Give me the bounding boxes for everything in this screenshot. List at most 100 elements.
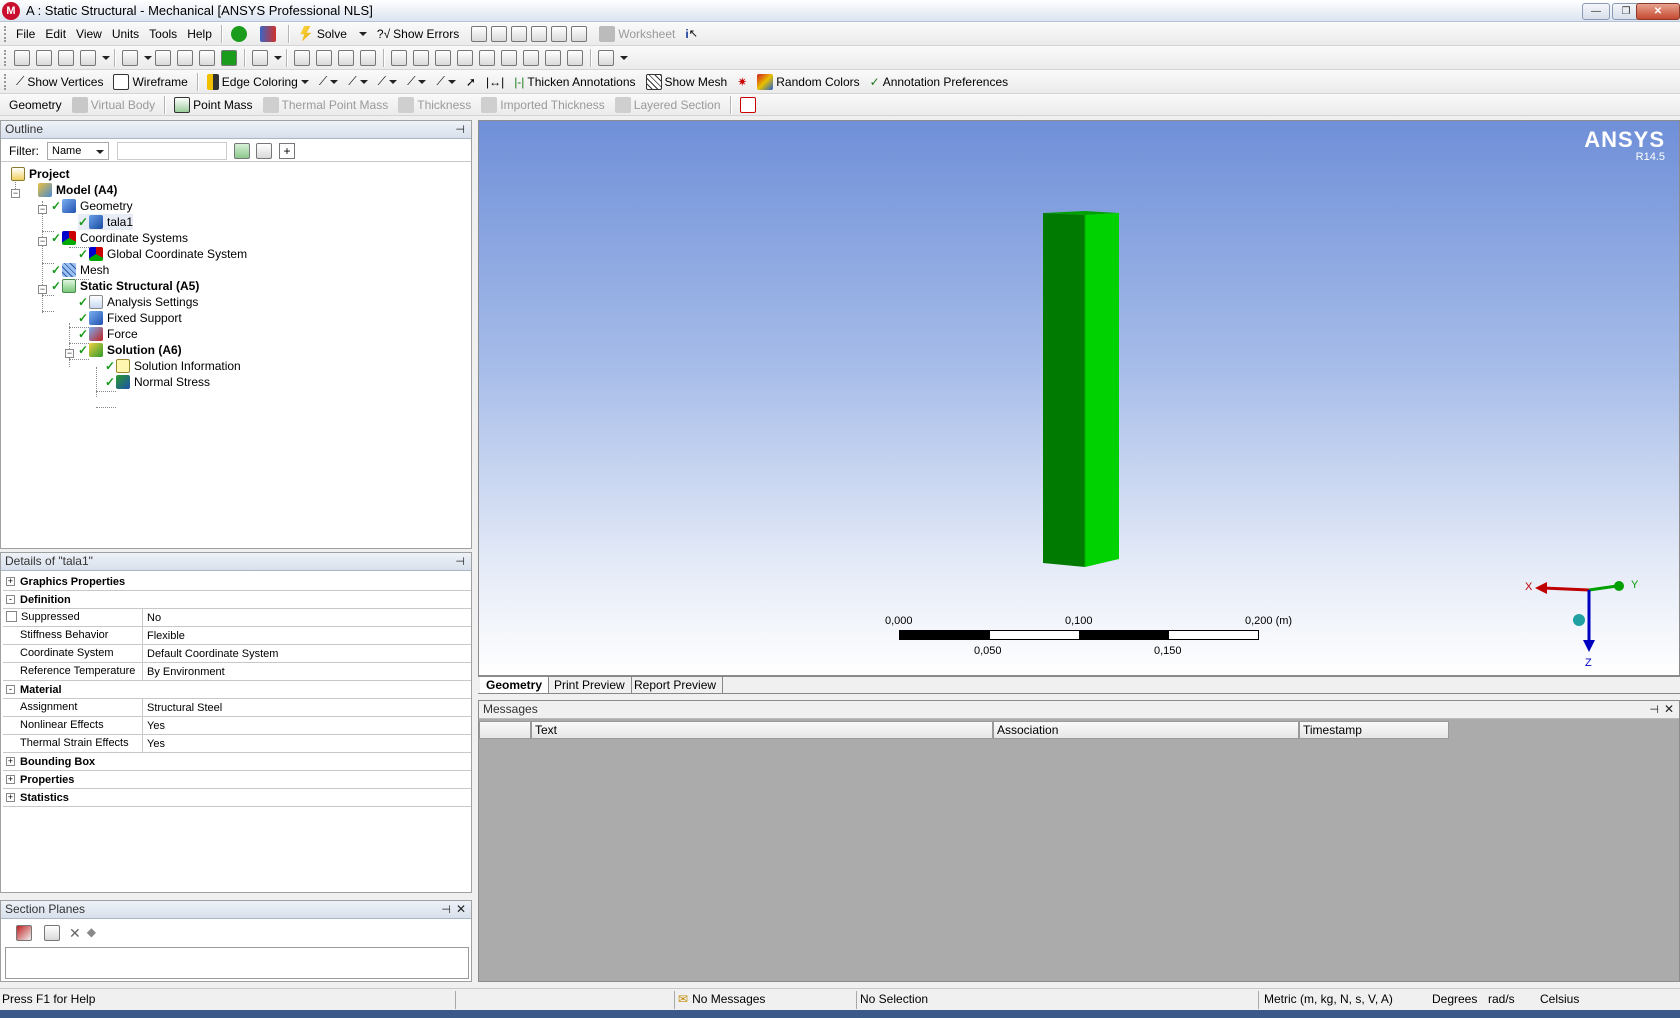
property-value[interactable]: Structural Steel <box>143 702 222 714</box>
expand-toggle[interactable]: + <box>6 775 15 784</box>
select-mode-icon[interactable] <box>155 49 171 66</box>
isometric-view-icon[interactable] <box>523 49 539 66</box>
tree-item-solution[interactable]: ✓ Solution (A6) <box>78 342 182 358</box>
tree-item-solution-information[interactable]: ✓ Solution Information <box>105 358 241 374</box>
expand-toggle[interactable]: + <box>6 577 15 586</box>
property-value[interactable]: Yes <box>143 720 165 732</box>
body-model[interactable] <box>1039 211 1129 571</box>
filter-search-input[interactable] <box>117 142 227 160</box>
property-value[interactable]: By Environment <box>143 666 225 678</box>
pin-icon[interactable]: ⊣ <box>455 123 465 136</box>
toolbar-grip[interactable] <box>4 73 7 90</box>
expand-geometry-toggle[interactable]: − <box>38 205 47 214</box>
pan-icon[interactable] <box>316 49 332 66</box>
magnifier-icon[interactable] <box>457 49 473 66</box>
clear-filter-icon[interactable] <box>256 143 272 159</box>
tab-geometry[interactable]: Geometry <box>480 677 550 693</box>
toolbar-grip[interactable] <box>4 49 7 66</box>
edge-display-2-icon[interactable]: ⟋ <box>343 72 372 92</box>
select-mode-icon[interactable] <box>177 49 193 66</box>
tree-item-fixed-support[interactable]: ✓ Fixed Support <box>78 310 182 326</box>
app-icon[interactable]: M <box>2 2 20 20</box>
random-colors-button[interactable]: Random Colors <box>752 72 864 92</box>
tab-report-preview[interactable]: Report Preview <box>628 677 724 693</box>
close-window-button[interactable]: ✕ <box>1636 3 1680 20</box>
expand-solution-toggle[interactable]: − <box>65 349 74 358</box>
status-temperature-unit[interactable]: Celsius <box>1540 992 1579 1006</box>
messages-column-timestamp[interactable]: Timestamp <box>1299 721 1449 739</box>
details-category-bounding-box[interactable]: + Bounding Box <box>3 753 471 771</box>
expand-model-toggle[interactable]: − <box>11 189 20 198</box>
tree-item-static-structural[interactable]: ✓ Static Structural (A5) <box>51 278 199 294</box>
close-icon[interactable]: ✕ <box>456 902 466 916</box>
chevron-down-icon[interactable] <box>358 31 367 36</box>
solve-button[interactable]: Solve <box>293 24 372 44</box>
update-icon[interactable] <box>255 24 284 44</box>
messages-column-blank[interactable] <box>479 721 531 739</box>
tree-item-mesh[interactable]: ✓ Mesh <box>51 262 109 278</box>
collapse-toggle[interactable]: - <box>6 595 15 604</box>
edge-display-1-icon[interactable]: ⟋ <box>314 72 343 92</box>
expand-all-icon[interactable]: + <box>279 143 295 159</box>
status-messages[interactable]: ✉ No Messages <box>678 992 765 1006</box>
messages-column-association[interactable]: Association <box>993 721 1299 739</box>
select-pointer-icon[interactable] <box>122 49 138 66</box>
collapse-toggle[interactable]: - <box>6 685 15 694</box>
previous-view-icon[interactable] <box>479 49 495 66</box>
menu-view[interactable]: View <box>71 24 107 44</box>
select-body-icon[interactable] <box>80 49 96 66</box>
edge-display-3-icon[interactable]: ⟋ <box>373 72 402 92</box>
imported-thickness-button[interactable]: Imported Thickness <box>476 95 610 115</box>
layered-section-button[interactable]: Layered Section <box>610 95 726 115</box>
menu-edit[interactable]: Edit <box>40 24 71 44</box>
property-value[interactable]: Yes <box>143 738 165 750</box>
label-icon[interactable] <box>567 49 583 66</box>
edge-coloring-button[interactable]: Edge Coloring <box>202 72 314 92</box>
details-category-material[interactable]: - Material <box>3 681 471 699</box>
tab-print-preview[interactable]: Print Preview <box>548 677 632 693</box>
thicken-annotations-button[interactable]: |-| Thicken Annotations <box>509 72 640 92</box>
expand-toggle[interactable]: + <box>6 757 15 766</box>
expand-static-structural-toggle[interactable]: − <box>38 285 47 294</box>
check-icon[interactable] <box>226 24 255 44</box>
set-view-icon[interactable] <box>545 49 561 66</box>
annotation-preferences-button[interactable]: ✓ Annotation Preferences <box>865 72 1013 92</box>
select-face-icon[interactable] <box>58 49 74 66</box>
zoom-icon[interactable] <box>338 49 354 66</box>
edge-display-4-icon[interactable]: ⟋ <box>402 72 431 92</box>
property-value[interactable]: No <box>143 612 161 624</box>
tree-item-force[interactable]: ✓ Force <box>78 326 138 342</box>
select-vertex-icon[interactable] <box>14 49 30 66</box>
zoom-fit-icon[interactable] <box>391 49 407 66</box>
viewports-icon[interactable] <box>598 49 614 66</box>
virtual-body-button[interactable]: Virtual Body <box>67 95 160 115</box>
pin-icon[interactable]: ⊣ <box>441 903 451 916</box>
tree-item-global-coordinate-system[interactable]: ✓ Global Coordinate System <box>78 246 247 262</box>
tree-item-project[interactable]: Project <box>11 166 70 182</box>
tree-item-coordinate-systems[interactable]: ✓ Coordinate Systems <box>51 230 188 246</box>
edge-direction-icon[interactable]: ➚ <box>461 72 481 92</box>
section-shape-icon[interactable]: ◆ <box>87 925 96 942</box>
details-category-statistics[interactable]: + Statistics <box>3 789 471 807</box>
pin-icon[interactable]: ⊣ <box>1649 703 1659 716</box>
details-category-definition[interactable]: - Definition <box>3 591 471 609</box>
report-icon[interactable] <box>735 95 764 115</box>
minimize-button[interactable]: — <box>1582 3 1610 20</box>
extend-selection-icon[interactable] <box>252 49 268 66</box>
menu-file[interactable]: File <box>11 24 40 44</box>
show-mesh-button[interactable]: Show Mesh <box>641 72 733 92</box>
edge-display-5-icon[interactable]: ⟋ <box>431 72 460 92</box>
status-rate-unit[interactable]: rad/s <box>1488 992 1515 1006</box>
menu-help[interactable]: Help <box>182 24 217 44</box>
chevron-down-icon[interactable] <box>300 79 309 84</box>
thermal-point-mass-button[interactable]: Thermal Point Mass <box>258 95 394 115</box>
coordinate-triad[interactable] <box>1519 576 1639 666</box>
select-edge-icon[interactable] <box>36 49 52 66</box>
copy-section-plane-icon[interactable] <box>44 925 60 941</box>
wireframe-button[interactable]: Wireframe <box>108 72 192 92</box>
info-icon[interactable]: i ↖ <box>680 24 703 44</box>
tree-item-tala1[interactable]: ✓ tala1 <box>78 214 134 230</box>
menu-units[interactable]: Units <box>107 24 144 44</box>
graphics-viewport[interactable]: ANSYS R14.5 0,000 0,100 0,200 (m) 0,050 … <box>478 120 1680 676</box>
magnifier-icon[interactable] <box>435 49 451 66</box>
